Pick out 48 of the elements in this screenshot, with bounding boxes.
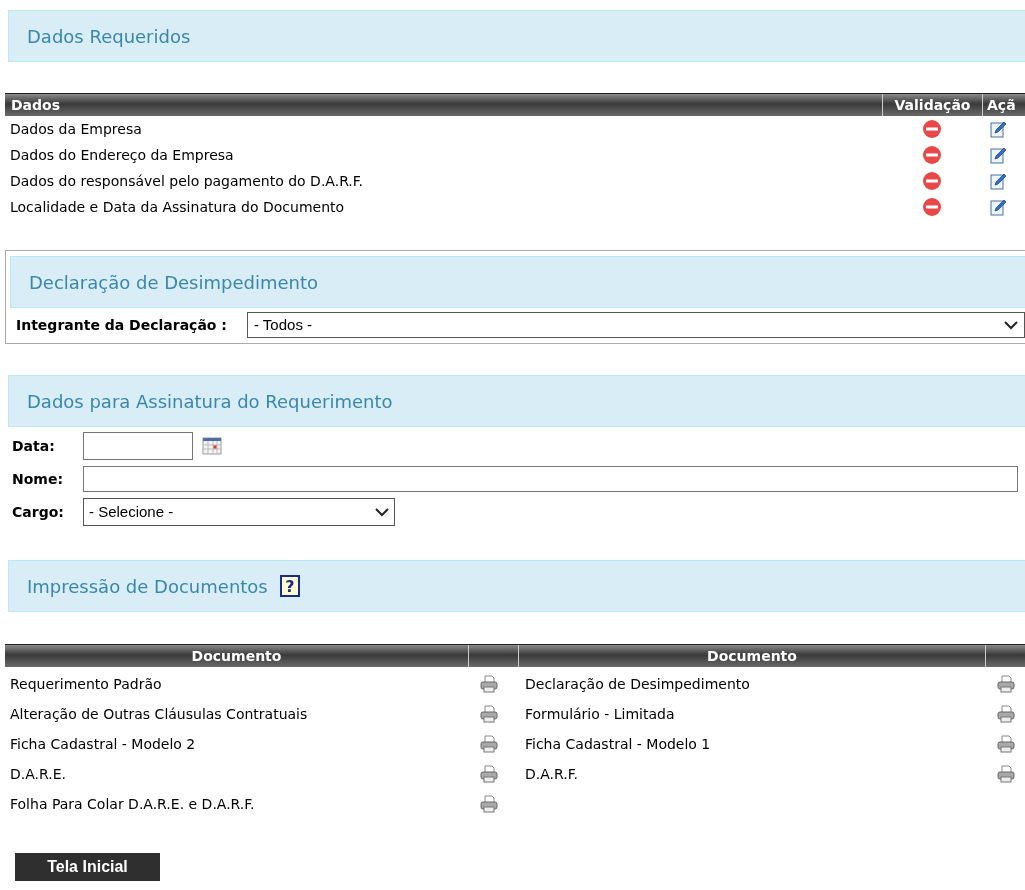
column-header: Dados (10, 96, 62, 115)
date-field[interactable] (83, 432, 193, 460)
column-header: Açã (982, 94, 1025, 116)
column-header: Documento (518, 645, 985, 667)
section-title: Dados Requeridos (27, 24, 191, 49)
printer-icon[interactable] (480, 675, 498, 693)
printer-icon[interactable] (480, 735, 498, 753)
edit-icon[interactable] (988, 146, 1007, 164)
edit-icon[interactable] (988, 120, 1007, 138)
printer-icon[interactable] (997, 765, 1015, 783)
help-icon[interactable]: ? (279, 575, 300, 597)
document-link[interactable]: Formulário - Limitada (518, 703, 985, 725)
document-link[interactable]: Requerimento Padrão (5, 673, 468, 695)
name-field[interactable] (83, 466, 1018, 492)
column-header: Documento (190, 647, 283, 666)
printer-icon[interactable] (480, 765, 498, 783)
calendar-icon[interactable] (202, 437, 222, 455)
printer-icon[interactable] (480, 795, 498, 813)
document-link[interactable]: Folha Para Colar D.A.R.E. e D.A.R.F. (5, 793, 468, 815)
column-header: Validação (882, 94, 982, 116)
field-label: Cargo: (12, 502, 65, 522)
select-field[interactable]: - Selecione - (83, 498, 395, 526)
document-link[interactable]: Ficha Cadastral - Modelo 1 (518, 733, 985, 755)
field-label: Nome: (12, 469, 65, 489)
section-title: Impressão de Documentos (27, 574, 268, 599)
printer-icon[interactable] (480, 705, 498, 723)
section-title: Declaração de Desimpedimento (29, 270, 319, 295)
data-label: Dados do Endereço da Empresa (9, 145, 235, 165)
data-label: Localidade e Data da Assinatura do Documento (9, 197, 346, 217)
caret-icon (1004, 320, 1018, 330)
document-link[interactable]: Alteração de Outras Cláusulas Contratuais (5, 703, 468, 725)
document-link[interactable]: Ficha Cadastral - Modelo 2 (5, 733, 468, 755)
edit-icon[interactable] (988, 172, 1007, 190)
data-label: Dados da Empresa (9, 119, 143, 139)
document-link[interactable]: D.A.R.E. (5, 763, 468, 785)
document-link[interactable]: Declaração de Desimpedimento (518, 673, 985, 695)
select-field[interactable]: - Todos - (246, 312, 1025, 338)
field-label: Data: (12, 436, 56, 456)
section-title: Dados para Assinatura do Requerimento (27, 389, 393, 414)
printer-icon[interactable] (997, 735, 1015, 753)
document-link[interactable]: D.A.R.F. (518, 763, 985, 785)
printer-icon[interactable] (997, 705, 1015, 723)
caret-icon (375, 507, 389, 517)
field-label: Integrante da Declaração : (15, 315, 227, 335)
printer-icon[interactable] (997, 675, 1015, 693)
edit-icon[interactable] (988, 198, 1007, 216)
home-button[interactable]: Tela Inicial (15, 853, 160, 881)
data-label: Dados do responsável pelo pagamento do D.A.R.F. (9, 171, 365, 191)
